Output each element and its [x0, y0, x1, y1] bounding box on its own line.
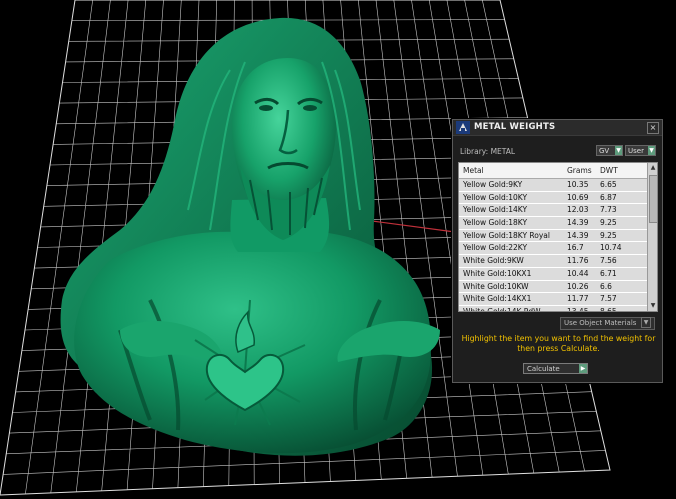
close-icon: ×	[649, 123, 657, 132]
dwt-cell: 7.73	[600, 205, 617, 215]
column-header-grams[interactable]: Grams	[567, 166, 592, 175]
dwt-cell: 8.65	[600, 306, 617, 312]
library-label: Library: METAL	[460, 147, 516, 156]
instruction-text: Highlight the item you want to find the …	[461, 334, 656, 353]
grams-cell: 13.45	[567, 306, 589, 312]
table-row[interactable]: White Gold:14KX1 11.77 7.57	[459, 293, 647, 306]
scroll-down-arrow-icon[interactable]: ▼	[649, 302, 657, 310]
table-row[interactable]: White Gold:9KW 11.76 7.56	[459, 255, 647, 268]
table-row[interactable]: Yellow Gold:18KY Royal 14.39 9.25	[459, 229, 647, 243]
dialog-title: METAL WEIGHTS	[474, 122, 556, 132]
table-header: Metal Grams DWT	[459, 163, 647, 179]
dwt-cell: 10.74	[600, 243, 622, 253]
metal-cell: White Gold:14K PdW	[463, 306, 541, 312]
dwt-cell: 6.87	[600, 192, 617, 202]
grams-cell: 10.44	[567, 268, 589, 278]
scroll-thumb[interactable]	[649, 175, 657, 223]
metal-cell: Yellow Gold:14KY	[463, 205, 528, 215]
gv-dropdown-label: GV	[599, 147, 610, 155]
grams-cell: 14.39	[567, 218, 589, 228]
grams-cell: 11.76	[567, 256, 589, 266]
grams-cell: 10.35	[567, 180, 589, 189]
table-row[interactable]: Yellow Gold:22KY 16.7 10.74	[459, 242, 647, 256]
grams-cell: 10.69	[567, 192, 589, 202]
dwt-cell: 7.57	[600, 294, 617, 304]
table-row[interactable]: White Gold:14K PdW 13.45 8.65	[459, 305, 647, 312]
play-arrow-icon: ▶	[579, 364, 587, 373]
grams-cell: 14.39	[567, 230, 589, 240]
scroll-up-arrow-icon[interactable]: ▲	[649, 164, 657, 172]
table-row[interactable]: White Gold:10KW 10.26 6.6	[459, 280, 647, 294]
metal-cell: Yellow Gold:18KY	[463, 218, 528, 228]
chevron-down-icon[interactable]: ▼	[641, 317, 651, 328]
calculate-label: Calculate	[527, 365, 560, 373]
dwt-cell: 6.6	[600, 281, 612, 291]
metal-cell: White Gold:10KX1	[463, 268, 532, 278]
dwt-cell: 9.25	[600, 218, 617, 228]
column-header-dwt[interactable]: DWT	[600, 166, 618, 175]
table-row[interactable]: Yellow Gold:10KY 10.69 6.87	[459, 191, 647, 205]
metal-weights-dialog: METAL WEIGHTS × Library: METAL GV ▼ User…	[452, 119, 663, 383]
grams-cell: 11.77	[567, 294, 589, 304]
calculate-button[interactable]: Calculate ▶	[523, 363, 588, 374]
grams-cell: 12.03	[567, 205, 589, 215]
metal-cell: Yellow Gold:22KY	[463, 243, 528, 253]
dialog-titlebar[interactable]: METAL WEIGHTS ×	[453, 120, 662, 136]
user-dropdown-label: User	[628, 147, 644, 155]
dwt-cell: 9.25	[600, 230, 617, 240]
table-row[interactable]: White Gold:10KX1 10.44 6.71	[459, 267, 647, 281]
app-logo-icon	[456, 121, 470, 134]
chevron-down-icon: ▼	[615, 146, 622, 155]
gv-dropdown[interactable]: GV ▼	[596, 145, 623, 156]
metal-cell: Yellow Gold:9KY	[463, 180, 523, 189]
table-row[interactable]: Yellow Gold:9KY 10.35 6.65	[459, 179, 647, 192]
table-scrollbar[interactable]: ▲ ▼	[647, 163, 657, 311]
table-row[interactable]: Yellow Gold:18KY 14.39 9.25	[459, 217, 647, 230]
column-header-metal[interactable]: Metal	[463, 166, 484, 175]
table-row[interactable]: Yellow Gold:14KY 12.03 7.73	[459, 204, 647, 218]
dwt-cell: 6.71	[600, 268, 617, 278]
dwt-cell: 6.65	[600, 180, 617, 189]
user-dropdown[interactable]: User ▼	[625, 145, 656, 156]
metal-cell: Yellow Gold:18KY Royal	[463, 230, 550, 240]
x-axis-line	[371, 220, 456, 233]
grams-cell: 10.26	[567, 281, 589, 291]
metal-cell: White Gold:9KW	[463, 256, 524, 266]
close-button[interactable]: ×	[647, 122, 659, 134]
dwt-cell: 7.56	[600, 256, 617, 266]
metal-table[interactable]: Metal Grams DWT Yellow Gold:9KY 10.35 6.65…	[458, 162, 658, 312]
metal-cell: Yellow Gold:10KY	[463, 192, 528, 202]
metal-cell: White Gold:14KX1	[463, 294, 532, 304]
table-body: Yellow Gold:9KY 10.35 6.65 Yellow Gold:10KY…	[459, 179, 647, 312]
metal-cell: White Gold:10KW	[463, 281, 529, 291]
grams-cell: 16.7	[567, 243, 584, 253]
chevron-down-icon: ▼	[648, 146, 655, 155]
jesus-relief-model[interactable]	[60, 17, 440, 456]
